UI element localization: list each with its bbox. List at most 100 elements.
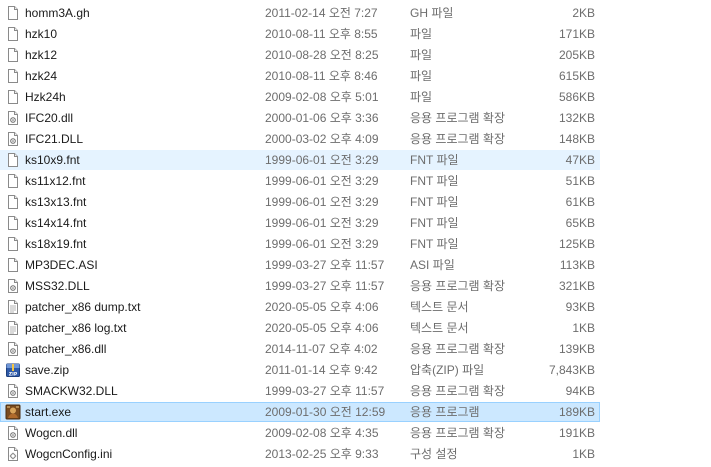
file-type: 응용 프로그램 <box>410 405 480 419</box>
text-file-icon <box>5 299 21 315</box>
file-date-modified: 1999-06-01 오전 3:29 <box>265 174 379 188</box>
file-type: 파일 <box>410 48 433 62</box>
file-name: MP3DEC.ASI <box>25 258 98 272</box>
file-row[interactable]: ZIP save.zip 2011-01-14 오후 9:42 압축(ZIP) 파일 7… <box>0 360 600 380</box>
file-row[interactable]: patcher_x86.dll 2014-11-07 오후 4:02 응용 프로그램… <box>0 339 600 359</box>
file-row[interactable]: ks10x9.fnt 1999-06-01 오전 3:29 FNT 파일 47KB <box>0 150 600 170</box>
file-row[interactable]: ks13x13.fnt 1999-06-01 오전 3:29 FNT 파일 61KB <box>0 192 600 212</box>
file-date-modified: 2010-08-11 오후 8:55 <box>265 27 378 41</box>
file-row[interactable]: ks14x14.fnt 1999-06-01 오전 3:29 FNT 파일 65KB <box>0 213 600 233</box>
file-icon <box>5 5 21 21</box>
file-name: start.exe <box>25 405 72 419</box>
file-row[interactable]: hzk10 2010-08-11 오후 8:55 파일 171KB <box>0 24 600 44</box>
file-type: GH 파일 <box>410 6 454 20</box>
file-type: 응용 프로그램 확장 <box>410 279 505 293</box>
file-type: 텍스트 문서 <box>410 300 469 314</box>
file-size: 93KB <box>565 300 595 314</box>
file-row[interactable]: patcher_x86 dump.txt 2020-05-05 오후 4:06 텍스… <box>0 297 600 317</box>
file-name: Hzk24h <box>25 90 66 104</box>
file-icon <box>5 173 21 189</box>
file-size: 139KB <box>558 342 595 356</box>
file-row[interactable]: IFC20.dll 2000-01-06 오후 3:36 응용 프로그램 확장 132… <box>0 108 600 128</box>
file-type: FNT 파일 <box>410 216 459 230</box>
file-date-modified: 2009-02-08 오후 4:35 <box>265 426 379 440</box>
file-name: ks11x12.fnt <box>25 174 86 188</box>
dll-icon <box>5 278 21 294</box>
file-type: 파일 <box>410 90 433 104</box>
file-icon <box>5 68 21 84</box>
file-size: 7,843KB <box>548 363 595 377</box>
file-size: 113KB <box>559 258 595 272</box>
file-size: 94KB <box>565 384 595 398</box>
file-date-modified: 2009-02-08 오후 5:01 <box>265 90 379 104</box>
dll-icon <box>5 425 21 441</box>
file-icon <box>5 26 21 42</box>
file-date-modified: 1999-06-01 오전 3:29 <box>265 216 379 230</box>
file-date-modified: 2011-01-14 오후 9:42 <box>265 363 378 377</box>
file-date-modified: 2014-11-07 오후 4:02 <box>265 342 378 356</box>
file-type: ASI 파일 <box>410 258 455 272</box>
file-type: 구성 설정 <box>410 447 458 461</box>
file-row[interactable]: Wogcn.dll 2009-02-08 오후 4:35 응용 프로그램 확장 191… <box>0 423 600 443</box>
file-name: ks10x9.fnt <box>25 153 80 167</box>
file-size: 125KB <box>558 237 595 251</box>
config-file-icon <box>5 446 21 462</box>
file-type: 압축(ZIP) 파일 <box>410 363 485 377</box>
file-row[interactable]: start.exe 2009-01-30 오전 12:59 응용 프로그램 189KB <box>0 402 600 422</box>
file-row[interactable]: Hzk24h 2009-02-08 오후 5:01 파일 586KB <box>0 87 600 107</box>
file-date-modified: 1999-06-01 오전 3:29 <box>265 237 379 251</box>
file-name: patcher_x86 dump.txt <box>25 300 141 314</box>
file-date-modified: 1999-06-01 오전 3:29 <box>265 195 379 209</box>
svg-text:ZIP: ZIP <box>9 372 18 378</box>
file-date-modified: 2010-08-28 오전 8:25 <box>265 48 379 62</box>
file-type: 응용 프로그램 확장 <box>410 342 505 356</box>
file-name: save.zip <box>25 363 70 377</box>
file-row[interactable]: WogcnConfig.ini 2013-02-25 오후 9:33 구성 설정 1K… <box>0 444 600 464</box>
file-size: 586KB <box>558 90 595 104</box>
file-type: 응용 프로그램 확장 <box>410 132 505 146</box>
file-size: 61KB <box>565 195 595 209</box>
file-type: 응용 프로그램 확장 <box>410 426 505 440</box>
file-name: WogcnConfig.ini <box>25 447 113 461</box>
file-date-modified: 2013-02-25 오후 9:33 <box>265 447 379 461</box>
file-name: patcher_x86 log.txt <box>25 321 127 335</box>
file-date-modified: 2011-02-14 오전 7:27 <box>265 6 378 20</box>
file-size: 615KB <box>558 69 595 83</box>
file-size: 65KB <box>565 216 595 230</box>
file-date-modified: 2009-01-30 오전 12:59 <box>265 405 386 419</box>
dll-icon <box>5 383 21 399</box>
file-size: 1KB <box>572 321 595 335</box>
file-row[interactable]: IFC21.DLL 2000-03-02 오후 4:09 응용 프로그램 확장 148… <box>0 129 600 149</box>
file-row[interactable]: ks18x19.fnt 1999-06-01 오전 3:29 FNT 파일 125KB <box>0 234 600 254</box>
file-size: 171KB <box>558 27 595 41</box>
file-name: ks14x14.fnt <box>25 216 87 230</box>
file-row[interactable]: hzk12 2010-08-28 오전 8:25 파일 205KB <box>0 45 600 65</box>
file-name: hzk10 <box>25 27 58 41</box>
file-row[interactable]: SMACKW32.DLL 1999-03-27 오후 11:57 응용 프로그램 확… <box>0 381 600 401</box>
file-name: SMACKW32.DLL <box>25 384 118 398</box>
file-row[interactable]: hzk24 2010-08-11 오후 8:46 파일 615KB <box>0 66 600 86</box>
file-type: FNT 파일 <box>410 195 459 209</box>
file-type: 텍스트 문서 <box>410 321 469 335</box>
file-size: 132KB <box>558 111 595 125</box>
file-date-modified: 2000-03-02 오후 4:09 <box>265 132 379 146</box>
file-name: MSS32.DLL <box>25 279 90 293</box>
file-size: 47KB <box>565 153 595 167</box>
dll-icon <box>5 131 21 147</box>
file-name: homm3A.gh <box>25 6 90 20</box>
file-icon <box>5 215 21 231</box>
file-type: FNT 파일 <box>410 153 459 167</box>
file-icon <box>5 152 21 168</box>
file-row[interactable]: MP3DEC.ASI 1999-03-27 오후 11:57 ASI 파일 113KB <box>0 255 600 275</box>
file-type: FNT 파일 <box>410 174 459 188</box>
file-size: 321KB <box>558 279 595 293</box>
file-date-modified: 1999-06-01 오전 3:29 <box>265 153 379 167</box>
file-row[interactable]: ks11x12.fnt 1999-06-01 오전 3:29 FNT 파일 51KB <box>0 171 600 191</box>
file-size: 205KB <box>558 48 595 62</box>
file-type: 파일 <box>410 27 433 41</box>
file-row[interactable]: patcher_x86 log.txt 2020-05-05 오후 4:06 텍스트… <box>0 318 600 338</box>
file-icon <box>5 89 21 105</box>
file-row[interactable]: homm3A.gh 2011-02-14 오전 7:27 GH 파일 2KB <box>0 3 600 23</box>
file-size: 2KB <box>572 6 595 20</box>
file-row[interactable]: MSS32.DLL 1999-03-27 오후 11:57 응용 프로그램 확장 32… <box>0 276 600 296</box>
